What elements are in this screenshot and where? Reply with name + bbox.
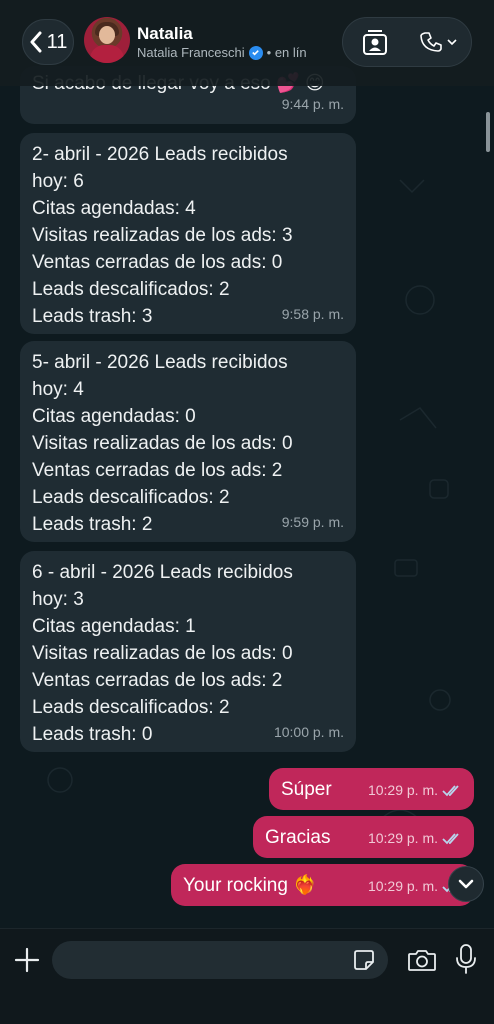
message-time: 9:44 p. m. (281, 96, 344, 112)
message-bubble-outgoing[interactable]: Your rocking ❤️‍🔥 10:29 p. m. (171, 864, 474, 906)
message-bubble-incoming[interactable]: 2- abril - 2026 Leads recibidos hoy: 6 C… (20, 133, 356, 334)
plus-icon[interactable] (14, 947, 40, 973)
camera-icon[interactable] (407, 947, 437, 973)
contact-full-name: Natalia Franceschi (137, 45, 245, 60)
phone-icon (420, 32, 443, 52)
chat-header: 11 Natalia Natalia Franceschi • en lín (0, 0, 494, 86)
message-time: 10:29 p. m. (367, 878, 438, 894)
message-bubble-outgoing[interactable]: Súper 10:29 p. m. (269, 768, 474, 810)
online-status: • en lín (266, 45, 307, 60)
back-button[interactable]: 11 (22, 19, 74, 65)
message-input[interactable] (52, 941, 388, 979)
message-time: 9:59 p. m. (281, 514, 344, 530)
message-meta: 10:29 p. m. (368, 825, 462, 852)
contact-card-icon (362, 30, 387, 55)
avatar[interactable] (84, 17, 130, 63)
double-check-icon (442, 784, 462, 797)
contact-subtitle: Natalia Franceschi • en lín (137, 45, 307, 60)
message-time: 10:00 p. m. (273, 724, 344, 740)
message-composer (0, 928, 494, 1024)
header-actions (342, 17, 472, 67)
contact-name[interactable]: Natalia (137, 24, 193, 44)
verified-badge-icon (248, 45, 263, 60)
sticker-icon[interactable] (352, 948, 376, 972)
unread-count: 11 (46, 30, 68, 53)
scroll-to-bottom-button[interactable] (448, 866, 484, 902)
message-time: 9:58 p. m. (281, 306, 344, 322)
message-time: 10:29 p. m. (367, 830, 438, 846)
message-bubble-incoming[interactable]: 6 - abril - 2026 Leads recibidos hoy: 3 … (20, 551, 356, 752)
chevron-left-icon (30, 31, 42, 53)
chevron-down-icon (458, 879, 474, 889)
call-button[interactable] (420, 30, 457, 54)
microphone-icon[interactable] (455, 943, 477, 975)
message-time: 10:29 p. m. (367, 782, 438, 798)
chevron-down-icon (447, 39, 457, 46)
contact-card-button[interactable] (357, 25, 393, 59)
message-bubble-outgoing[interactable]: Gracias 10:29 p. m. (253, 816, 474, 858)
double-check-icon (442, 832, 462, 845)
message-bubble-incoming[interactable]: 5- abril - 2026 Leads recibidos hoy: 4 C… (20, 341, 356, 542)
message-meta: 10:29 p. m. (368, 777, 462, 804)
scrollbar[interactable] (486, 112, 490, 152)
